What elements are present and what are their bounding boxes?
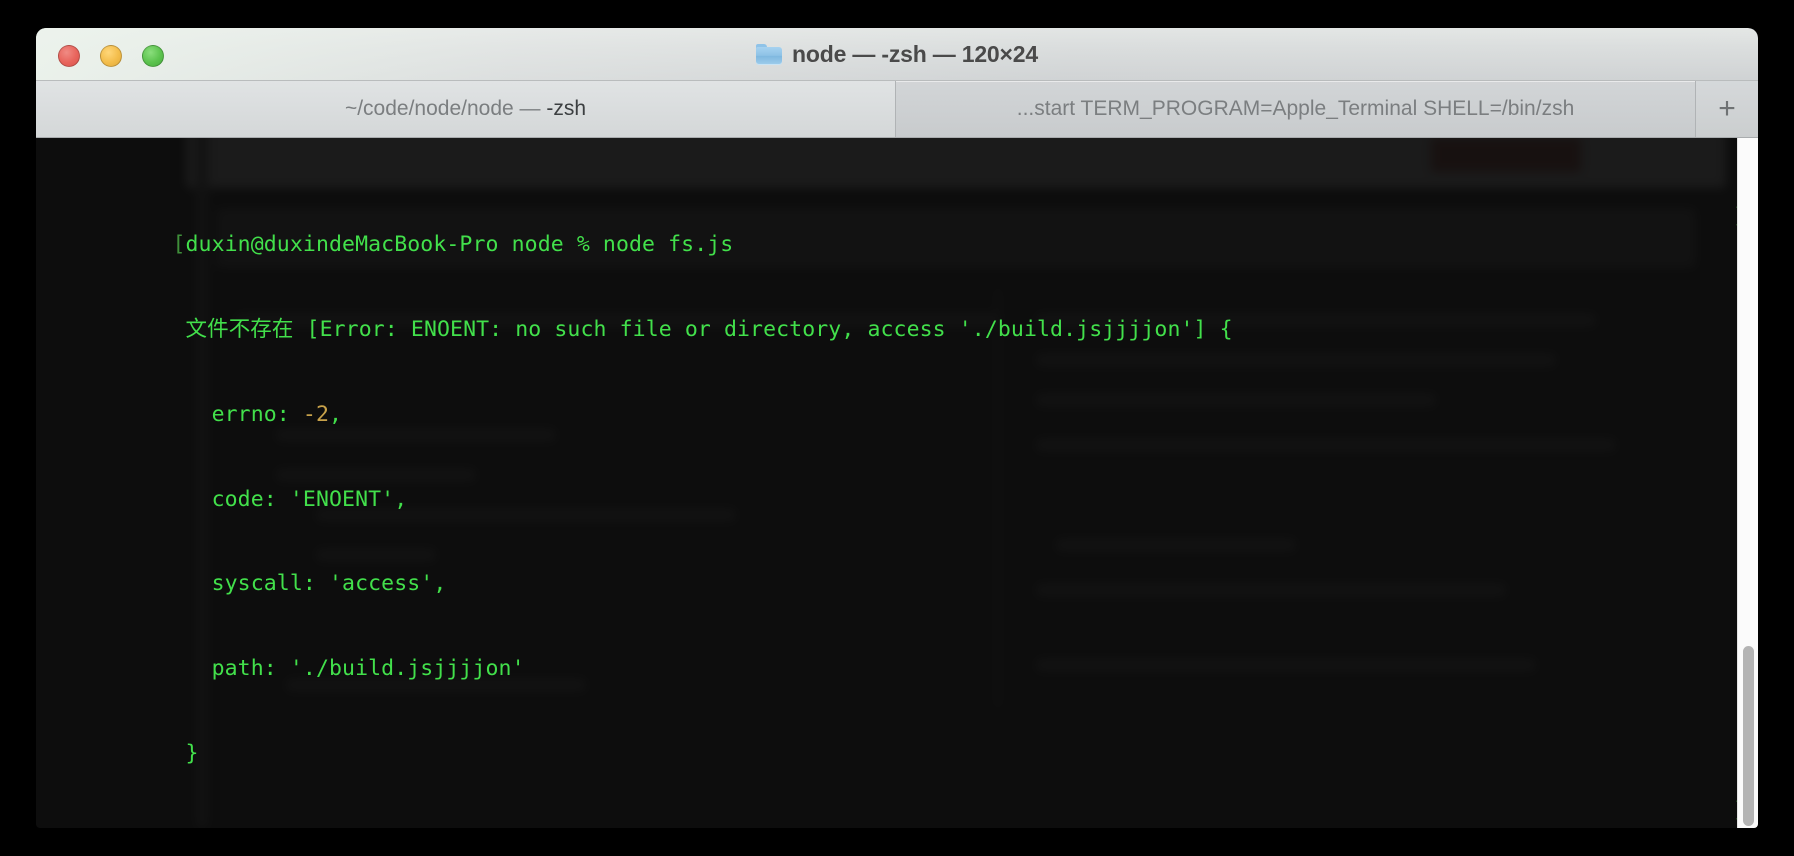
- terminal-line: }: [42, 712, 1758, 766]
- terminal-line: path: './build.jsjjjjon': [42, 627, 1758, 681]
- line-text: duxin@duxindeMacBook-Pro node % node fs.…: [185, 231, 734, 257]
- new-tab-button[interactable]: +: [1696, 81, 1758, 137]
- terminal-line: [duxin@duxindeMacBook-Pro node % node fs…: [42, 203, 1758, 257]
- line-bracket: [: [172, 826, 185, 828]
- tab-active-path: ~/code/node/node —: [344, 97, 547, 120]
- window-title-text: node — -zsh — 120×24: [792, 40, 1038, 67]
- maximize-button[interactable]: [142, 45, 164, 67]
- line-bracket: [172, 741, 185, 766]
- tab-bar: ~/code/node/node — -zsh ...start TERM_PR…: [36, 81, 1758, 138]
- folder-icon: [756, 43, 783, 65]
- close-button[interactable]: [58, 45, 80, 67]
- line-text: syscall: 'access',: [185, 571, 447, 597]
- line-bracket: [172, 317, 185, 342]
- tab-active-zsh[interactable]: ~/code/node/node — -zsh: [36, 81, 895, 137]
- terminal-line: code: 'ENOENT',: [42, 457, 1758, 512]
- scrollbar-thumb[interactable]: [1743, 646, 1754, 826]
- line-text: duxin@duxindeMacBook-Pro node % vim fs.j…: [186, 826, 721, 828]
- window-controls: [58, 45, 164, 67]
- line-text: }: [185, 741, 199, 767]
- window-titlebar[interactable]: node — -zsh — 120×24: [36, 28, 1758, 81]
- window-title: node — -zsh — 120×24: [36, 28, 1758, 80]
- tab-inactive-label: ...start TERM_PROGRAM=Apple_Terminal SHE…: [1016, 97, 1575, 120]
- line-text: path: './build.jsjjjjon': [185, 656, 525, 682]
- tab-inactive-login[interactable]: ...start TERM_PROGRAM=Apple_Terminal SHE…: [895, 81, 1696, 137]
- line-bracket: [172, 656, 185, 681]
- terminal-window: node — -zsh — 120×24 ~/code/node/node — …: [36, 28, 1758, 828]
- line-bracket: [172, 571, 185, 596]
- minimize-button[interactable]: [100, 45, 122, 67]
- terminal-line: errno: -2,: [42, 372, 1758, 427]
- terminal-pane[interactable]: [duxin@duxindeMacBook-Pro node % node fs…: [36, 138, 1758, 828]
- line-text: 文件不存在 [Error: ENOENT: no such file or di…: [185, 316, 1233, 342]
- line-text: errno: -2,: [185, 401, 343, 427]
- line-bracket: [: [172, 231, 186, 257]
- line-bracket: [172, 402, 185, 427]
- terminal-line: 文件不存在 [Error: ENOENT: no such file or di…: [42, 287, 1758, 342]
- tab-active-shell: -zsh: [546, 97, 587, 120]
- plus-icon: +: [1718, 92, 1736, 125]
- tab-active-label: ~/code/node/node — -zsh: [327, 97, 604, 121]
- terminal-line: syscall: 'access',: [42, 542, 1758, 596]
- line-text: code: 'ENOENT',: [185, 486, 408, 512]
- terminal-line: [duxin@duxindeMacBook-Pro node % vim fs.…: [42, 797, 1758, 828]
- line-bracket: [172, 487, 185, 512]
- terminal-output: [duxin@duxindeMacBook-Pro node % node fs…: [36, 138, 1758, 828]
- vertical-scrollbar[interactable]: [1737, 138, 1758, 828]
- screen: node — -zsh — 120×24 ~/code/node/node — …: [0, 0, 1794, 856]
